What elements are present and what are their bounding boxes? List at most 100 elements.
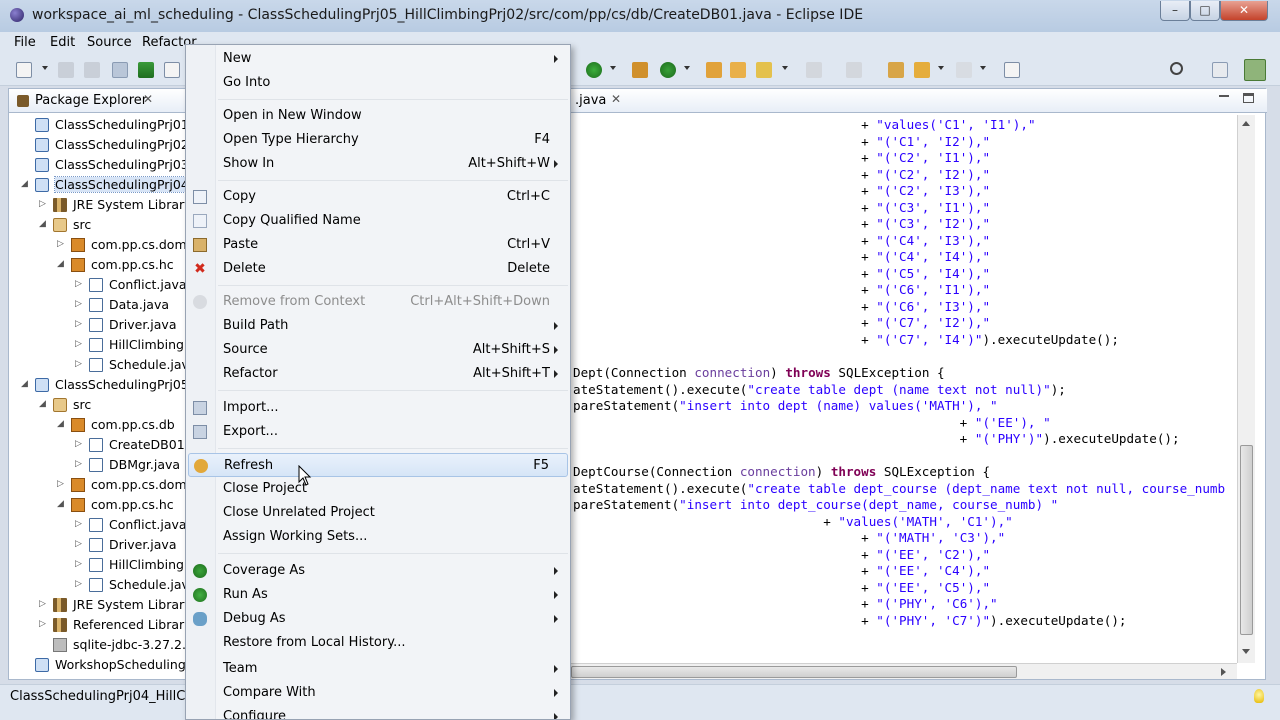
tree-node[interactable]: ▷ JRE System Library	[9, 195, 189, 215]
menu-item-refactor[interactable]: Refactor Alt+Shift+T	[188, 362, 568, 386]
expand-icon[interactable]: ▷	[75, 299, 85, 309]
close-icon[interactable]: ✕	[143, 92, 153, 106]
tree-node[interactable]: ▷ JRE System Library	[9, 595, 189, 615]
menu-item-compare-with[interactable]: Compare With	[188, 681, 568, 705]
tree-node[interactable]: ◢ com.pp.cs.hc	[9, 255, 189, 275]
tree-node[interactable]: ClassSchedulingPrj01_	[9, 115, 189, 135]
tree-node[interactable]: ◢ com.pp.cs.hc	[9, 495, 189, 515]
pin-editor-icon[interactable]	[1004, 62, 1020, 78]
collapse-icon[interactable]: ◢	[21, 179, 31, 189]
horizontal-scrollbar[interactable]	[571, 663, 1237, 679]
tree-node[interactable]: ▷ Driver.java	[9, 535, 189, 555]
menu-item-close-project[interactable]: Close Project	[188, 477, 568, 501]
tree-node[interactable]: ▷ com.pp.cs.doma	[9, 475, 189, 495]
tree-node-selected[interactable]: ◢ ClassSchedulingPrj04_	[9, 175, 189, 195]
tree-node[interactable]: ▷ Conflict.java	[9, 515, 189, 535]
menu-item-debug-as[interactable]: Debug As	[188, 607, 568, 631]
tree-node[interactable]: ▷ HillClimbing.	[9, 555, 189, 575]
open-folder-icon[interactable]	[706, 62, 722, 78]
new-folder-icon[interactable]	[730, 62, 746, 78]
tree-node[interactable]: sqlite-jdbc-3.27.2.ja	[9, 635, 189, 655]
vertical-scrollbar[interactable]	[1237, 115, 1255, 663]
expand-icon[interactable]: ▷	[39, 599, 49, 609]
close-button[interactable]: ✕	[1220, 1, 1268, 21]
expand-icon[interactable]: ▷	[75, 359, 85, 369]
menu-item-go-into[interactable]: Go Into	[188, 71, 568, 95]
collapse-icon[interactable]: ◢	[57, 419, 67, 429]
menu-item-export[interactable]: Export...	[188, 420, 568, 444]
menu-item-copy[interactable]: Copy Ctrl+C	[188, 185, 568, 209]
tree-node[interactable]: ▷ DBMgr.java	[9, 455, 189, 475]
menu-item-refresh[interactable]: Refresh F5	[188, 453, 568, 477]
java-perspective-icon[interactable]	[1244, 59, 1266, 81]
menu-item-close-unrelated-project[interactable]: Close Unrelated Project	[188, 501, 568, 525]
expand-icon[interactable]: ▷	[75, 519, 85, 529]
expand-icon[interactable]: ▷	[75, 439, 85, 449]
menu-item-source[interactable]: Source Alt+Shift+S	[188, 338, 568, 362]
menu-edit[interactable]: Edit	[50, 35, 75, 50]
tree-node[interactable]: ▷ Schedule.java	[9, 575, 189, 595]
expand-icon[interactable]: ▷	[75, 319, 85, 329]
maximize-icon[interactable]	[1243, 93, 1254, 103]
menu-item-open-type-hierarchy[interactable]: Open Type Hierarchy F4	[188, 128, 568, 152]
expand-icon[interactable]: ▷	[57, 479, 67, 489]
run-icon[interactable]	[586, 62, 602, 78]
search-icon[interactable]	[1170, 62, 1183, 75]
coverage-dropdown-icon[interactable]	[684, 66, 690, 70]
menu-source[interactable]: Source	[87, 35, 132, 50]
menu-item-assign-working-sets[interactable]: Assign Working Sets...	[188, 525, 568, 549]
minimize-button[interactable]: –	[1160, 1, 1190, 21]
close-icon[interactable]: ✕	[611, 92, 621, 106]
menu-item-import[interactable]: Import...	[188, 396, 568, 420]
scroll-up-icon[interactable]	[1242, 121, 1250, 126]
editor-tab[interactable]: .java ✕	[571, 89, 1267, 113]
menu-item-show-in[interactable]: Show In Alt+Shift+W	[188, 152, 568, 176]
open-type-icon[interactable]	[164, 62, 180, 78]
tree-node[interactable]: ◢ src	[9, 215, 189, 235]
collapse-icon[interactable]: ◢	[57, 259, 67, 269]
collapse-icon[interactable]: ◢	[39, 219, 49, 229]
tree-node[interactable]: ClassSchedulingPrj02_	[9, 135, 189, 155]
expand-icon[interactable]: ▷	[75, 279, 85, 289]
scroll-right-icon[interactable]	[1221, 668, 1226, 676]
tree-node[interactable]: ▷ Data.java	[9, 295, 189, 315]
search-dropdown-icon[interactable]	[782, 66, 788, 70]
collapse-icon[interactable]: ◢	[21, 379, 31, 389]
minimize-icon[interactable]	[1219, 95, 1229, 98]
menu-item-restore-local-history[interactable]: Restore from Local History...	[188, 631, 568, 655]
lightbulb-icon[interactable]	[1254, 689, 1264, 703]
expand-icon[interactable]: ▷	[75, 459, 85, 469]
menu-item-open-new-window[interactable]: Open in New Window	[188, 104, 568, 128]
menu-file[interactable]: File	[14, 35, 36, 50]
package-explorer-tab[interactable]: Package Explorer ✕	[9, 89, 189, 113]
tree-node[interactable]: ▷ Referenced Librarie	[9, 615, 189, 635]
menu-item-run-as[interactable]: Run As	[188, 583, 568, 607]
last-edit-icon[interactable]	[888, 62, 904, 78]
tree-node[interactable]: ▷ Conflict.java	[9, 275, 189, 295]
expand-icon[interactable]: ▷	[39, 199, 49, 209]
expand-icon[interactable]: ▷	[39, 619, 49, 629]
expand-icon[interactable]: ▷	[75, 539, 85, 549]
new-icon[interactable]	[16, 62, 32, 78]
tree-node[interactable]: ▷ CreateDB01.ja	[9, 435, 189, 455]
menu-item-team[interactable]: Team	[188, 657, 568, 681]
save-all-icon[interactable]	[84, 62, 100, 78]
expand-icon[interactable]: ▷	[75, 579, 85, 589]
package-icon[interactable]	[632, 62, 648, 78]
menu-item-new[interactable]: New	[188, 47, 568, 71]
forward-dropdown-icon[interactable]	[980, 66, 986, 70]
save-icon[interactable]	[58, 62, 74, 78]
menu-item-paste[interactable]: Paste Ctrl+V	[188, 233, 568, 257]
collapse-icon[interactable]: ◢	[57, 499, 67, 509]
menu-item-coverage-as[interactable]: Coverage As	[188, 559, 568, 583]
menu-item-delete[interactable]: ✖ Delete Delete	[188, 257, 568, 281]
prev-annotation-icon[interactable]	[846, 62, 862, 78]
back-dropdown-icon[interactable]	[938, 66, 944, 70]
toggle-view-icon[interactable]	[112, 62, 128, 78]
expand-icon[interactable]: ▷	[57, 239, 67, 249]
code-editor[interactable]: .java ✕ + "values('C1', 'I1')," + "('C1'…	[570, 88, 1267, 680]
scrollbar-thumb[interactable]	[571, 666, 1017, 678]
tree-node[interactable]: WorkshopSchedulingP	[9, 655, 189, 675]
open-perspective-icon[interactable]	[1212, 62, 1228, 78]
run-dropdown-icon[interactable]	[610, 66, 616, 70]
